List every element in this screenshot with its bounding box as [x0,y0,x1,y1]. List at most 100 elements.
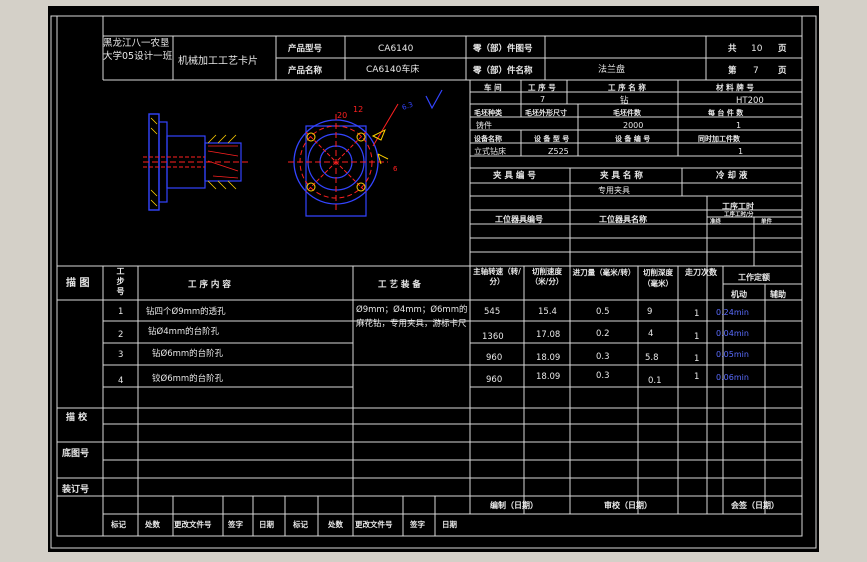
info-block: 车 间 工 序 号 工 序 名 称 材 料 牌 号 7 钻 HT200 毛坯种类… [469,80,802,266]
mark-9: 签字 [409,519,425,529]
row-2-depth: 4 [648,329,653,339]
info-workstation-name-label: 工位器具名称 [599,214,647,224]
col-depth: 切削深度（毫米） [643,268,673,288]
dim-a: 20 [337,111,347,120]
mark-10: 日期 [442,519,457,529]
footer: 描 校 底图号 装订号 编制（日期） 审校（日期） 会签（日期） 标记 处数 更… [61,411,779,529]
info-concurrent: 1 [738,147,743,156]
info-blank-qty: 2000 [623,121,643,130]
row-4-depth: 0.1 [648,376,662,386]
page-unit: 页 [778,44,787,54]
row-2-cut: 17.08 [536,330,560,340]
part-name-label: 零（部）件名称 [472,65,533,76]
col-aux: 辅助 [770,289,786,299]
review-label: 审校（日期） [604,500,652,510]
sign-label: 会签（日期） [731,500,779,510]
info-material: HT200 [736,96,764,106]
row-3-content: 钻Ø6mm的台阶孔 [152,348,224,359]
row-2-pass: 1 [694,332,699,342]
table-row: 4 铰Ø6mm的台阶孔 960 18.09 0.3 0.1 1 0.06min [118,371,749,386]
school-name-text: 黑龙江八一农垦大学05设计一班 [103,38,173,62]
row-1-speed: 545 [484,307,500,317]
row-1-cut: 15.4 [538,307,557,317]
row-1-time: 0.24min [716,308,749,317]
product-name-label: 产品名称 [288,65,323,76]
row-3-speed: 960 [486,353,502,363]
total-pages: 10 [751,44,763,54]
row-4-pass: 1 [694,372,699,382]
mark-1: 标记 [110,519,126,529]
dim-c: 6 [393,165,398,173]
row-3-cut: 18.09 [536,353,560,363]
info-equip-model-label: 设 备 型 号 [534,134,569,143]
row-4-cut: 18.09 [536,372,560,382]
info-blank-type-label: 毛坯种类 [474,108,503,117]
mark-2: 处数 [144,519,160,529]
info-step-name: 钻 [620,95,629,106]
info-material-label: 材 料 牌 号 [716,82,754,92]
bottom-fig-label: 底图号 [62,447,89,459]
roughness-symbol-icon [425,89,443,110]
info-equip-no-label: 设 备 编 号 [615,134,650,143]
info-step-no-label: 工 序 号 [528,82,556,92]
info-per-unit: 1 [736,121,741,130]
col-feed: 进刀量（毫米/转） [572,268,636,277]
col-sketch: 描 图 [66,276,89,289]
col-pass: 走刀次数 [685,268,717,277]
info-time-quota: 工序工时 [722,201,754,211]
process-card: 黑龙江八一农垦大学05设计一班 黑龙江八一农垦大学05设计一班 机械加工工艺卡片… [50,15,817,549]
binding-label: 装订号 [61,483,89,495]
compile-label: 编制（日期） [490,500,538,510]
info-prep: 准终 [710,217,722,225]
part-drawing: 20 12 6 6.3 [143,89,443,217]
front-view [143,113,248,211]
mark-6: 标记 [292,519,308,529]
row-4-speed: 960 [486,375,502,385]
mark-3: 更改文件号 [174,519,212,529]
info-fixture-name: 专用夹具 [598,185,630,195]
row-2-time: 0.04min [716,329,749,338]
info-workstation-label: 工位器具编号 [495,214,543,224]
row-4-step: 4 [118,376,123,386]
product-model: CA6140 [378,44,414,54]
mark-5: 日期 [259,519,274,529]
row-2-content: 钻Ø4mm的台阶孔 [148,326,220,337]
row-2-speed: 1360 [482,332,504,342]
col-machine: 机动 [731,289,747,299]
roughness-value: 6.3 [401,101,414,112]
row-4-feed: 0.3 [596,371,610,381]
info-concurrent-label: 同时加工件数 [698,134,741,143]
row-4-content: 铰Ø6mm的台阶孔 [152,373,224,384]
row-3-step: 3 [118,350,123,360]
info-blank-qty-label: 毛坯件数 [613,108,642,117]
product-model-label: 产品型号 [288,43,323,54]
col-speed: 主轴转速（转/分） [473,267,521,286]
row-3-time: 0.05min [716,350,749,359]
col-step: 工步号 [116,267,125,296]
mark-7: 处数 [327,519,343,529]
row-1-content: 钻四个Ø9mm的透孔 [146,306,226,317]
trace-label: 描 校 [66,411,88,423]
part-no-label: 零（部）件图号 [472,43,533,54]
row-1-pass: 1 [694,309,699,319]
page-no: 7 [753,66,759,76]
page-label: 第 [728,65,737,76]
info-equip-name-label: 设备名称 [474,134,502,143]
info-time-quota-2: 工序工时/分 [724,210,754,218]
side-view: 20 12 6 6.3 [288,89,443,217]
equipment-text: Ø9mm；Ø4mm；Ø6mm的麻花钻，专用夹具，游标卡尺 [356,305,468,329]
info-step-no: 7 [540,95,545,104]
info-fixture-no-label: 夹 具 编 号 [493,170,536,181]
row-1-step: 1 [118,307,123,317]
row-4-time: 0.06min [716,373,749,382]
row-3-depth: 5.8 [645,353,659,363]
mark-8: 更改文件号 [355,519,393,529]
process-table: 描 图 工步号 工 序 内 容 工 艺 装 备 主轴转速（转/分） 切削速度（米… [57,265,802,536]
col-cut: 切削速度（米/分） [530,267,564,286]
info-step-name-label: 工 序 名 称 [608,82,646,92]
info-blank-type: 铸件 [476,120,492,130]
product-name: CA6140车床 [366,63,419,75]
row-3-feed: 0.3 [596,352,610,362]
col-equipment: 工 艺 装 备 [378,279,421,290]
row-3-pass: 1 [694,354,699,364]
